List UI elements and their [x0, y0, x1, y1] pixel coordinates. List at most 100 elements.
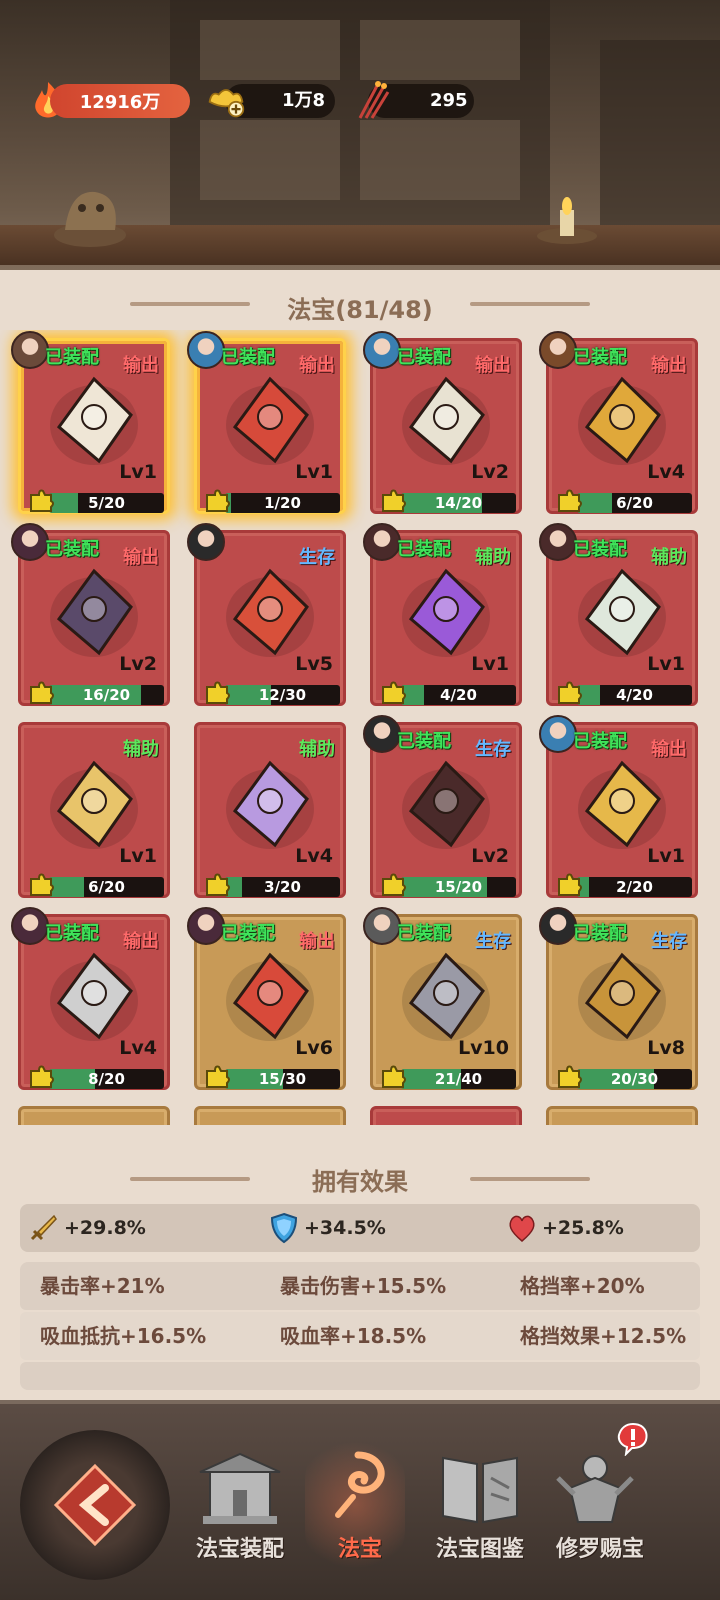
- progress-text: 1/20: [264, 494, 301, 512]
- equipped-tag: 已装配: [221, 923, 275, 944]
- treasure-grid: 已装配 输出 Lv1 5/20 已装配 输出 Lv1 1/20 已装配 输出 Lv2 14/20 已装配…: [0, 330, 720, 1125]
- fragment-progress-bar: 8/20: [49, 1069, 164, 1089]
- treasure-card[interactable]: 已装配 输出 Lv4 8/20: [11, 907, 170, 1090]
- equipped-tag: 已装配: [573, 347, 627, 368]
- crossbow-icon: [50, 568, 138, 657]
- treasure-card-partial[interactable]: [370, 1106, 522, 1125]
- hero-avatar: [187, 907, 225, 945]
- level-label: Lv5: [295, 653, 333, 675]
- defense-bonus: +34.5%: [304, 1217, 386, 1239]
- progress-text: 12/30: [258, 686, 307, 704]
- hero-avatar: [11, 331, 49, 369]
- effects-row: 暴击率+21% 暴击伤害+15.5% 格挡率+20%: [20, 1262, 700, 1310]
- treasure-card[interactable]: 已装配 辅助 Lv1 4/20: [363, 523, 522, 706]
- talisman-icon: [402, 952, 490, 1041]
- health-bonus: +25.8%: [542, 1217, 624, 1239]
- equipped-tag: 已装配: [397, 923, 451, 944]
- level-label: Lv1: [647, 653, 685, 675]
- fragment-icon: [558, 1065, 582, 1088]
- level-label: Lv4: [647, 461, 685, 483]
- progress-text: 15/20: [434, 878, 483, 896]
- nav-tab-equip[interactable]: 法宝装配: [180, 1530, 300, 1570]
- jade-figure-icon: [578, 568, 666, 657]
- dragon-seal-icon: [578, 760, 666, 849]
- treasure-card-partial[interactable]: [546, 1106, 698, 1125]
- role-tag: 输出: [123, 931, 159, 952]
- progress-text: 2/20: [616, 878, 653, 896]
- treasure-card[interactable]: 生存 Lv5 12/30: [187, 523, 346, 706]
- fragment-progress-bar: 16/20: [49, 685, 164, 705]
- fragment-progress-bar: 5/20: [49, 493, 164, 513]
- level-label: Lv8: [647, 1037, 685, 1059]
- progress-text: 21/40: [434, 1070, 483, 1088]
- level-label: Lv1: [295, 461, 333, 483]
- level-label: Lv2: [471, 461, 509, 483]
- hero-avatar: [539, 907, 577, 945]
- treasure-card[interactable]: 已装配 生存 Lv2 15/20: [363, 715, 522, 898]
- hero-avatar: [11, 523, 49, 561]
- fragment-progress-bar: 6/20: [49, 877, 164, 897]
- back-arrow-icon: [53, 1463, 137, 1547]
- treasure-card[interactable]: 已装配 输出 Lv1 2/20: [539, 715, 698, 898]
- treasure-card[interactable]: 已装配 输出 Lv1 5/20: [11, 331, 170, 514]
- hero-avatar: [363, 331, 401, 369]
- role-tag: 生存: [475, 739, 511, 760]
- back-button[interactable]: [20, 1430, 170, 1580]
- role-tag: 生存: [299, 547, 335, 568]
- gold-value: 1万8: [282, 90, 326, 111]
- gold-ingot-add-icon[interactable]: [206, 78, 246, 122]
- treasure-card[interactable]: 已装配 生存 Lv8 20/30: [539, 907, 698, 1090]
- fragment-icon: [30, 489, 54, 512]
- lantern-icon: [226, 760, 314, 849]
- treasure-card[interactable]: 已装配 输出 Lv6 15/30: [187, 907, 346, 1090]
- treasure-card-partial[interactable]: [194, 1106, 346, 1125]
- effect-block-rate: 格挡率+20%: [520, 1274, 645, 1298]
- axe-icon: [50, 952, 138, 1041]
- effects-row-partial: [20, 1362, 700, 1390]
- level-label: Lv1: [119, 461, 157, 483]
- bat-mask-icon: [402, 760, 490, 849]
- hero-avatar: [363, 907, 401, 945]
- treasure-card[interactable]: 已装配 输出 Lv4 6/20: [539, 331, 698, 514]
- equipped-tag: 已装配: [45, 923, 99, 944]
- progress-text: 5/20: [88, 494, 125, 512]
- hero-avatar: [539, 715, 577, 753]
- equipped-tag: 已装配: [573, 923, 627, 944]
- role-tag: 辅助: [475, 547, 511, 568]
- treasure-card[interactable]: 已装配 输出 Lv2 14/20: [363, 331, 522, 514]
- fragment-progress-bar: 14/20: [401, 493, 516, 513]
- drum-icon: [402, 376, 490, 465]
- hero-avatar: [187, 523, 225, 561]
- role-tag: 输出: [299, 355, 335, 376]
- fragment-icon: [558, 681, 582, 704]
- progress-text: 14/20: [434, 494, 483, 512]
- nav-tab-asura[interactable]: 修罗赐宝: [540, 1530, 660, 1570]
- treasure-card[interactable]: 已装配 生存 Lv10 21/40: [363, 907, 522, 1090]
- power-display: 12916万: [50, 84, 190, 118]
- nav-tab-treasure[interactable]: 法宝: [310, 1530, 410, 1570]
- role-tag: 输出: [475, 355, 511, 376]
- fragment-progress-bar: 4/20: [401, 685, 516, 705]
- role-tag: 输出: [123, 355, 159, 376]
- robe-icon: [226, 568, 314, 657]
- level-label: Lv1: [647, 845, 685, 867]
- level-label: Lv4: [119, 1037, 157, 1059]
- shield-defense-icon: [270, 1212, 298, 1244]
- treasure-card[interactable]: 辅助 Lv1 6/20: [18, 722, 170, 898]
- fragment-icon: [30, 681, 54, 704]
- treasure-card[interactable]: 已装配 输出 Lv2 16/20: [11, 523, 170, 706]
- treasure-card[interactable]: 已装配 输出 Lv1 1/20: [187, 331, 346, 514]
- treasure-swirl-icon: [335, 1451, 385, 1518]
- treasure-card[interactable]: 已装配 辅助 Lv1 4/20: [539, 523, 698, 706]
- treasure-card[interactable]: 辅助 Lv4 3/20: [194, 722, 346, 898]
- vajra-icon: [578, 376, 666, 465]
- nav-tab-atlas[interactable]: 法宝图鉴: [420, 1530, 540, 1570]
- role-tag: 输出: [651, 739, 687, 760]
- role-tag: 输出: [123, 547, 159, 568]
- hero-avatar: [363, 715, 401, 753]
- effects-list[interactable]: 暴击率+21% 暴击伤害+15.5% 格挡率+20% 吸血抵抗+16.5% 吸血…: [20, 1262, 700, 1390]
- treasure-card-partial[interactable]: [18, 1106, 170, 1125]
- equipped-tag: 已装配: [397, 731, 451, 752]
- progress-text: 16/20: [82, 686, 131, 704]
- heart-icon: [509, 1215, 535, 1242]
